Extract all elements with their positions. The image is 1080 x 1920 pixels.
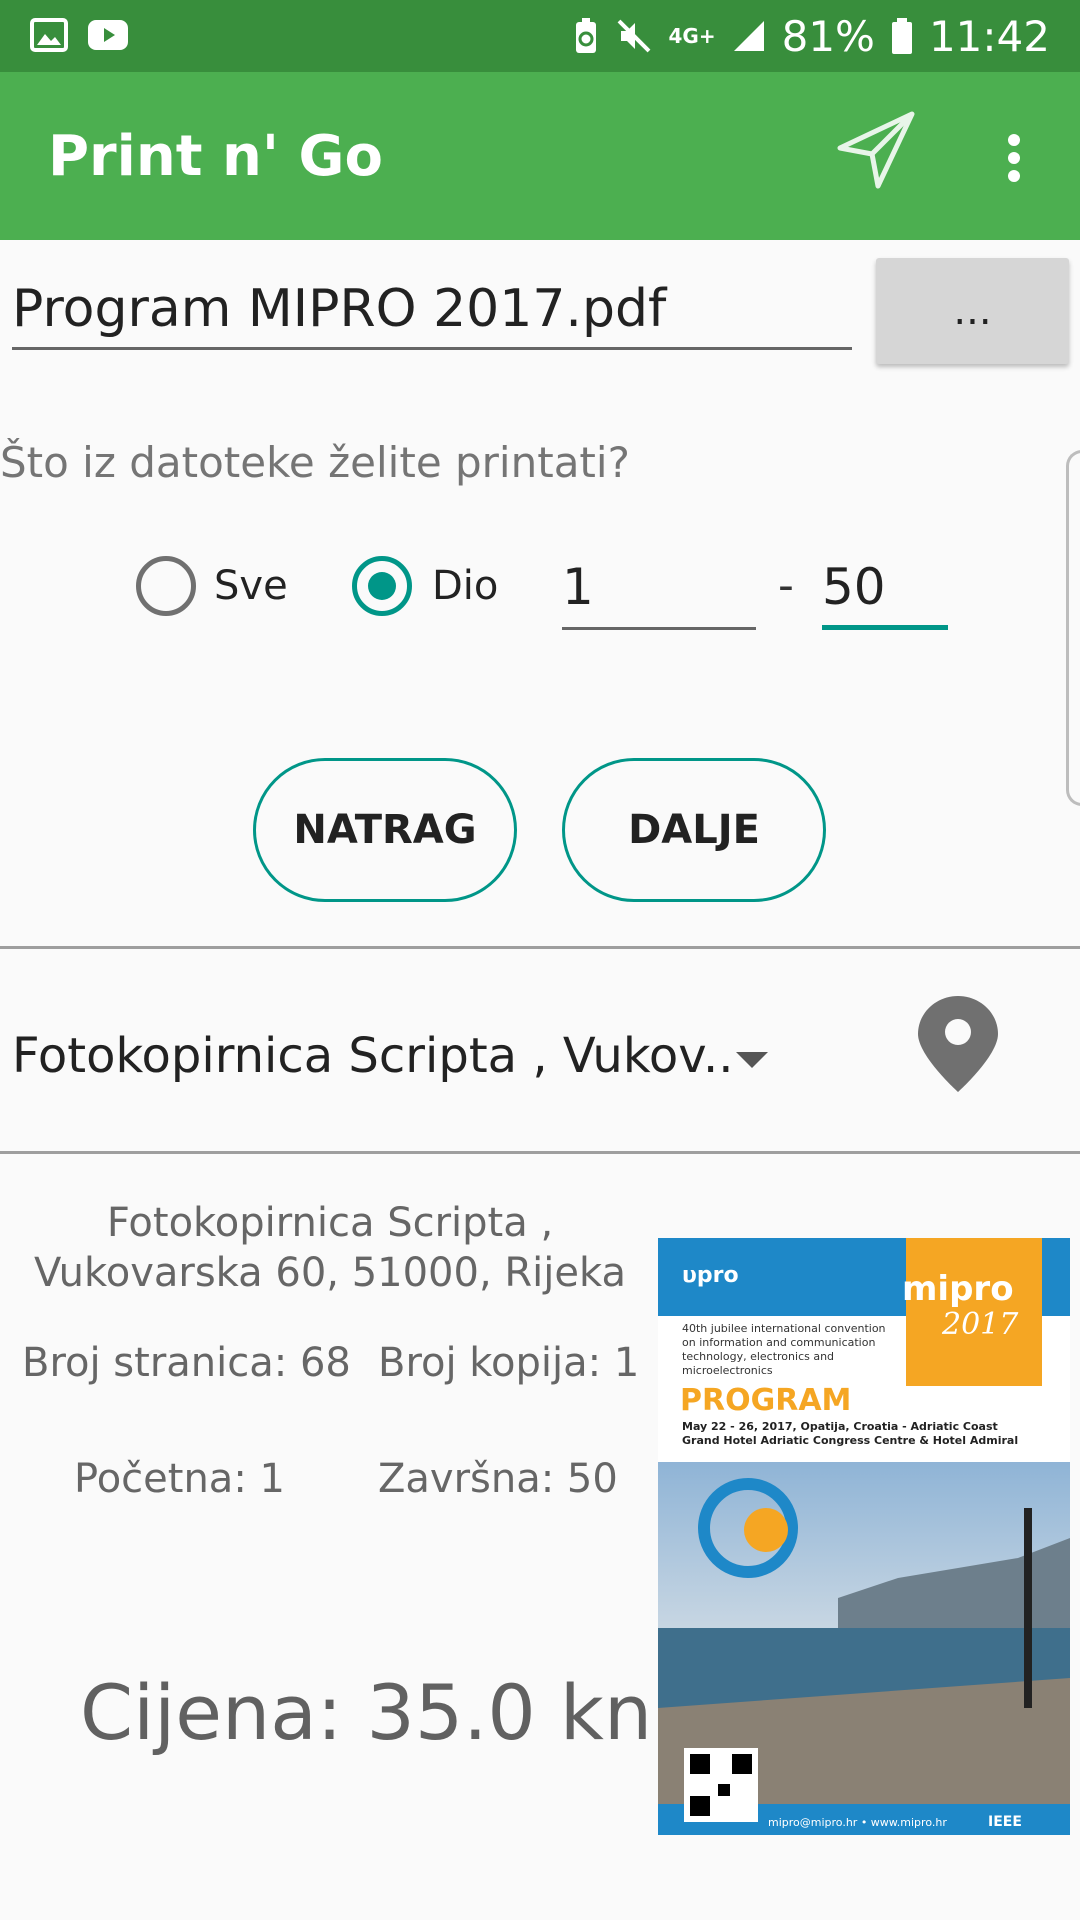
location-pin-icon[interactable] [914, 994, 1002, 1094]
radio-all[interactable] [136, 556, 196, 616]
svg-text:2017: 2017 [941, 1307, 1019, 1342]
svg-text:Grand Hotel Adriatic Congress: Grand Hotel Adriatic Congress Centre & H… [682, 1434, 1018, 1447]
document-thumbnail-image: υpro mipro 2017 40th jubilee internation… [658, 1238, 1070, 1835]
copies-count: Broj kopija: 1 [378, 1340, 640, 1386]
send-icon[interactable] [836, 110, 916, 190]
app-bar: Print n' Go [0, 72, 1080, 240]
side-panel-handle[interactable] [1066, 450, 1080, 806]
next-button[interactable]: DALJE [562, 758, 826, 902]
signal-icon [733, 21, 764, 51]
shop-address-line1: Fotokopirnica Scripta , [106, 1200, 554, 1246]
svg-text:υpro: υpro [682, 1263, 739, 1288]
divider-bottom [0, 1151, 1080, 1154]
radio-part-label[interactable]: Dio [432, 563, 498, 609]
back-button[interactable]: NATRAG [253, 758, 517, 902]
network-type: 4G+ [668, 24, 716, 48]
mute-icon [617, 19, 650, 53]
radio-part[interactable] [352, 556, 412, 616]
chevron-down-icon[interactable] [736, 1052, 768, 1068]
svg-text:microelectronics: microelectronics [682, 1364, 773, 1377]
document-thumbnail: υpro mipro 2017 40th jubilee internation… [658, 1238, 1070, 1835]
page-to-input[interactable]: 50 [822, 556, 948, 630]
svg-text:mipro@mipro.hr • www.mipro.hr: mipro@mipro.hr • www.mipro.hr [768, 1816, 947, 1829]
file-name-field[interactable]: Program MIPRO 2017.pdf [12, 268, 852, 350]
divider-top [0, 946, 1080, 949]
svg-text:40th jubilee international con: 40th jubilee international convention [682, 1322, 886, 1335]
youtube-icon [88, 20, 128, 50]
svg-text:technology, electronics and: technology, electronics and [682, 1350, 834, 1363]
svg-text:May 22 - 26, 2017, Opatija, Cr: May 22 - 26, 2017, Opatija, Croatia - Ad… [682, 1420, 998, 1433]
battery-saver-icon [575, 18, 596, 53]
page-from-input[interactable]: 1 [562, 556, 756, 630]
battery-percent: 81% [781, 11, 875, 61]
svg-text:mipro: mipro [902, 1269, 1014, 1309]
price-label: Cijena: 35.0 kn [80, 1668, 653, 1757]
svg-text:PROGRAM: PROGRAM [680, 1383, 851, 1418]
range-dash: - [778, 560, 794, 611]
page-count: Broj stranica: 68 [22, 1340, 351, 1386]
print-question: Što iz datoteke želite printati? [0, 438, 630, 487]
start-page: Početna: 1 [74, 1456, 285, 1502]
status-bar: 4G+ 81% 11:42 [0, 0, 1080, 72]
location-dropdown[interactable]: Fotokopirnica Scripta , Vukov.. [12, 1028, 733, 1084]
clock: 11:42 [928, 11, 1050, 61]
app-title: Print n' Go [48, 124, 383, 189]
end-page: Završna: 50 [378, 1456, 618, 1502]
svg-text:on information and communicati: on information and communication [682, 1336, 875, 1349]
more-vert-icon[interactable] [990, 128, 1038, 188]
battery-icon [891, 18, 912, 54]
shop-address-line2: Vukovarska 60, 51000, Rijeka [34, 1250, 626, 1296]
browse-button[interactable]: ... [876, 258, 1069, 364]
gallery-icon [30, 18, 68, 52]
radio-all-label[interactable]: Sve [214, 563, 288, 609]
svg-text:IEEE: IEEE [988, 1814, 1022, 1830]
shop-address: Fotokopirnica Scripta , Vukovarska 60, 5… [10, 1198, 650, 1298]
